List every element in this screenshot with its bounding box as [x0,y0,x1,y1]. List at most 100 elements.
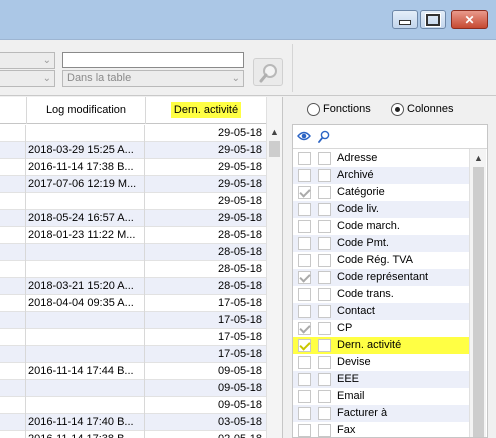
visibility-checkbox[interactable] [298,288,311,301]
close-button[interactable]: ✕ [451,10,488,29]
table-row[interactable]: 29-05-18 [0,125,266,142]
column-list-label: Code Pmt. [337,237,389,249]
visibility-checkbox[interactable] [298,203,311,216]
column-header-blank[interactable] [0,97,27,124]
column-list-item[interactable]: Dern. activité [293,337,469,354]
row-cell-blank [0,312,26,329]
visibility-checkbox[interactable] [298,237,311,250]
visibility-checkbox[interactable] [298,339,311,352]
column-list-item[interactable]: Facturer à [293,405,469,422]
column-list-item[interactable]: Code Rég. TVA [293,252,469,269]
table-row[interactable]: 29-05-18 [0,193,266,210]
search-checkbox[interactable] [318,390,331,403]
radio-functions[interactable]: Fonctions [307,102,371,118]
search-checkbox[interactable] [318,169,331,182]
visibility-checkbox[interactable] [298,407,311,420]
table-row[interactable]: 28-05-18 [0,261,266,278]
search-checkbox[interactable] [318,220,331,233]
table-row[interactable]: 09-05-18 [0,397,266,414]
search-checkbox[interactable] [318,322,331,335]
search-checkbox[interactable] [318,288,331,301]
visibility-checkbox[interactable] [298,186,311,199]
column-list-item[interactable]: Code trans. [293,286,469,303]
grid-scrollbar[interactable]: ▲ [266,97,282,438]
field-combo[interactable]: ⌄ [0,52,55,69]
visibility-checkbox[interactable] [298,254,311,267]
search-checkbox[interactable] [318,424,331,437]
column-list-item[interactable]: Email [293,388,469,405]
scroll-up-icon[interactable]: ▲ [474,153,483,163]
search-checkbox[interactable] [318,152,331,165]
eye-icon[interactable] [297,130,311,142]
table-row[interactable]: 17-05-18 [0,329,266,346]
visibility-checkbox[interactable] [298,305,311,318]
visibility-checkbox[interactable] [298,322,311,335]
search-button[interactable] [253,58,283,86]
table-row[interactable]: 2016-11-14 17:38 B... 29-05-18 [0,159,266,176]
last-activity-cell: 17-05-18 [217,314,262,326]
column-list-item[interactable]: Adresse [293,150,469,167]
visibility-checkbox[interactable] [298,152,311,165]
search-checkbox[interactable] [318,237,331,250]
search-checkbox[interactable] [318,186,331,199]
table-row[interactable]: 17-05-18 [0,346,266,363]
scroll-up-icon[interactable]: ▲ [270,127,279,137]
search-icon[interactable] [318,130,330,143]
log-modification-cell [27,244,145,261]
minimize-button[interactable] [392,10,418,29]
column-list-item[interactable]: Code liv. [293,201,469,218]
table-row[interactable]: 17-05-18 [0,312,266,329]
table-row[interactable]: 09-05-18 [0,380,266,397]
row-cell-blank [0,278,26,295]
grid-scroll-thumb[interactable] [269,141,280,157]
visibility-checkbox[interactable] [298,271,311,284]
row-cell-blank [0,125,26,142]
column-header-last-activity[interactable]: ▽ Dern. activité [146,97,266,124]
log-modification-cell: 2018-03-21 15:20 A... [27,278,145,295]
visibility-checkbox[interactable] [298,424,311,437]
column-list-item[interactable]: Fax [293,422,469,437]
scope-select[interactable]: Dans la table ⌄ [62,70,244,87]
table-row[interactable]: 2018-03-21 15:20 A... 28-05-18 [0,278,266,295]
search-checkbox[interactable] [318,271,331,284]
table-row[interactable]: 28-05-18 [0,244,266,261]
search-checkbox[interactable] [318,373,331,386]
log-modification-cell: 2016-11-14 17:40 B... [27,414,145,431]
search-checkbox[interactable] [318,254,331,267]
scope-select-value: Dans la table [67,72,132,84]
table-row[interactable]: 2016-11-14 17:44 B... 09-05-18 [0,363,266,380]
column-list-item[interactable]: Code représentant [293,269,469,286]
column-header-log-modification[interactable]: Log modification [27,97,146,124]
column-list-item[interactable]: Contact [293,303,469,320]
search-input[interactable] [62,52,244,68]
columns-scrollbar[interactable]: ▲ [469,149,486,437]
table-row[interactable]: 2017-07-06 12:19 M... 29-05-18 [0,176,266,193]
visibility-checkbox[interactable] [298,356,311,369]
table-row[interactable]: 2018-01-23 11:22 M... 28-05-18 [0,227,266,244]
table-row[interactable]: 2018-05-24 16:57 A... 29-05-18 [0,210,266,227]
column-list-item[interactable]: Catégorie [293,184,469,201]
search-checkbox[interactable] [318,356,331,369]
column-list-item[interactable]: Code Pmt. [293,235,469,252]
visibility-checkbox[interactable] [298,390,311,403]
search-checkbox[interactable] [318,305,331,318]
column-list-item[interactable]: Archivé [293,167,469,184]
operator-combo[interactable]: ⌄ [0,70,55,87]
search-checkbox[interactable] [318,407,331,420]
search-checkbox[interactable] [318,339,331,352]
column-list-item[interactable]: EEE [293,371,469,388]
table-row[interactable]: 2016-11-14 17:40 B... 03-05-18 [0,414,266,431]
column-list-item[interactable]: Devise [293,354,469,371]
visibility-checkbox[interactable] [298,169,311,182]
visibility-checkbox[interactable] [298,373,311,386]
radio-columns[interactable]: Colonnes [391,102,453,118]
columns-scroll-thumb[interactable] [473,167,484,437]
table-row[interactable]: 2016-11-14 17:38 B...02-05-18 [0,431,266,438]
table-row[interactable]: 2018-04-04 09:35 A... 17-05-18 [0,295,266,312]
column-list-item[interactable]: Code march. [293,218,469,235]
maximize-button[interactable] [420,10,446,29]
table-row[interactable]: 2018-03-29 15:25 A... 29-05-18 [0,142,266,159]
search-checkbox[interactable] [318,203,331,216]
column-list-item[interactable]: CP [293,320,469,337]
visibility-checkbox[interactable] [298,220,311,233]
